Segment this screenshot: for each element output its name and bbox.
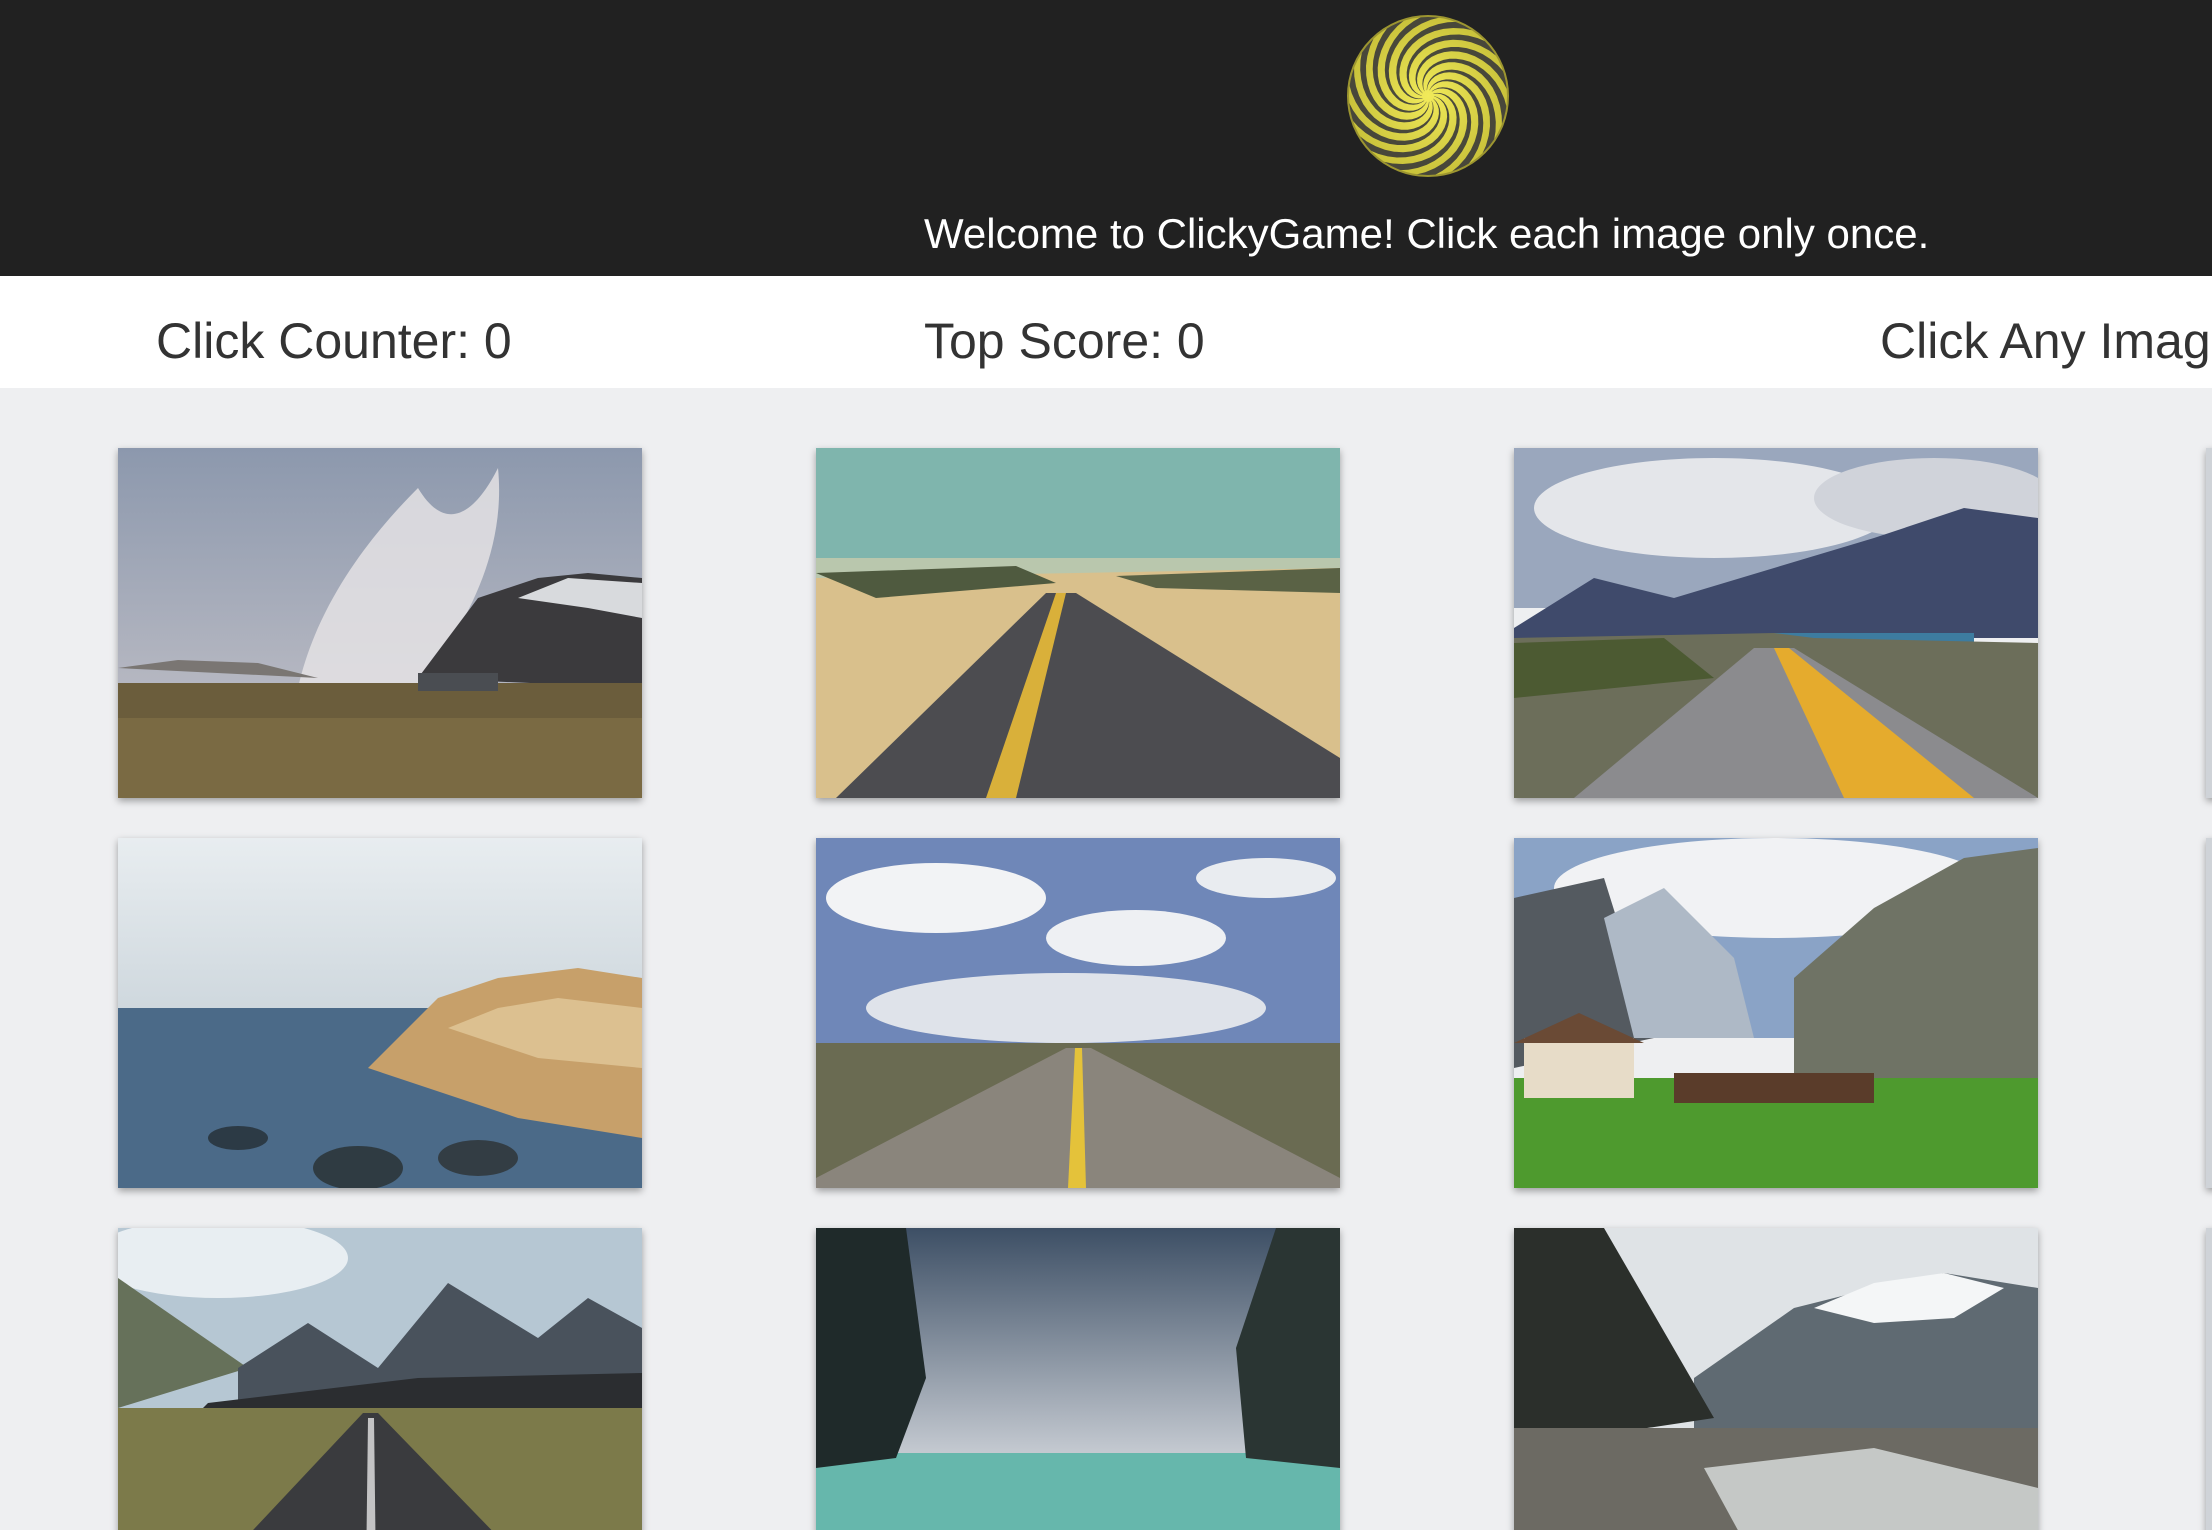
- image-tile-geothermal-steam[interactable]: [118, 448, 642, 798]
- image-tile-desert-road[interactable]: [816, 448, 1340, 798]
- score-bar: Click Counter: 0 Top Score: 0 Click Any …: [0, 276, 2212, 388]
- welcome-message: Welcome to ClickyGame! Click each image …: [924, 210, 1930, 257]
- image-gallery: [0, 388, 2212, 1530]
- image-tile-partial[interactable]: [2206, 838, 2212, 1188]
- app-header: Welcome to ClickyGame! Click each image …: [0, 0, 2212, 276]
- image-tile-glacier-river[interactable]: [1514, 1228, 2038, 1530]
- game-hint: Click Any Image: [1880, 313, 2212, 369]
- image-tile-mountain-road[interactable]: [118, 1228, 642, 1530]
- click-counter: Click Counter: 0: [156, 313, 512, 369]
- spiral-logo-icon: [1346, 14, 1510, 178]
- image-tile-sea-cliffs[interactable]: [816, 1228, 1340, 1530]
- image-tile-prairie-road[interactable]: [816, 838, 1340, 1188]
- image-tile-rocky-coast[interactable]: [118, 838, 642, 1188]
- image-tile-partial[interactable]: [2206, 1228, 2212, 1530]
- image-tile-alpine-valley[interactable]: [1514, 838, 2038, 1188]
- top-score: Top Score: 0: [924, 313, 1205, 369]
- image-tile-partial[interactable]: [2206, 448, 2212, 798]
- image-tile-mountain-lake-road[interactable]: [1514, 448, 2038, 798]
